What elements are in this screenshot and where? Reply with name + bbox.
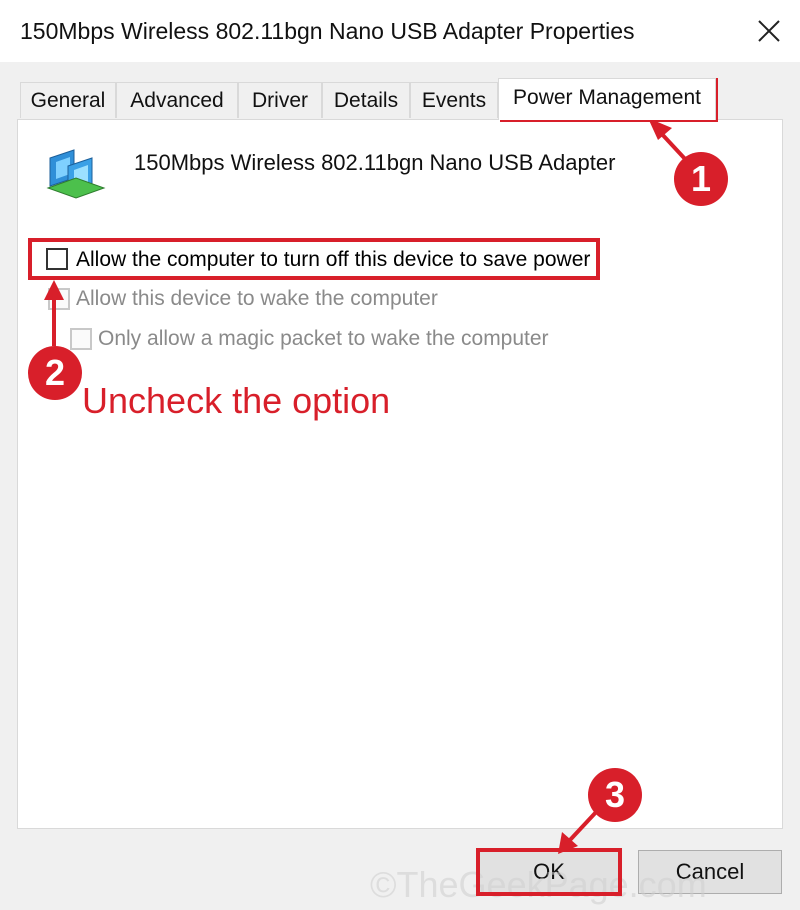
network-adapter-icon	[46, 148, 108, 200]
tab-advanced[interactable]: Advanced	[116, 82, 238, 118]
tab-driver[interactable]: Driver	[238, 82, 322, 118]
allow-turn-off-label[interactable]: Allow the computer to turn off this devi…	[76, 248, 590, 272]
close-icon	[758, 20, 780, 42]
tab-events[interactable]: Events	[410, 82, 498, 118]
step-1-badge: 1	[674, 152, 728, 206]
magic-packet-label: Only allow a magic packet to wake the co…	[98, 327, 549, 350]
title-bar: 150Mbps Wireless 802.11bgn Nano USB Adap…	[0, 0, 800, 62]
step-3-badge: 3	[588, 768, 642, 822]
cancel-button[interactable]: Cancel	[638, 850, 782, 894]
device-name: 150Mbps Wireless 802.11bgn Nano USB Adap…	[134, 150, 616, 175]
tab-power-management[interactable]: Power Management	[498, 78, 716, 120]
tab-panel	[17, 119, 783, 829]
magic-packet-checkbox	[70, 328, 92, 350]
allow-turn-off-checkbox[interactable]	[46, 248, 68, 270]
allow-wake-label: Allow this device to wake the computer	[76, 287, 438, 310]
tab-details[interactable]: Details	[322, 82, 410, 118]
step-2-badge: 2	[28, 346, 82, 400]
instruction-text: Uncheck the option	[82, 380, 391, 421]
ok-button[interactable]: OK	[478, 850, 620, 894]
window-title: 150Mbps Wireless 802.11bgn Nano USB Adap…	[20, 18, 635, 44]
allow-wake-checkbox	[48, 288, 70, 310]
close-button[interactable]	[746, 6, 792, 56]
tab-general[interactable]: General	[20, 82, 116, 118]
